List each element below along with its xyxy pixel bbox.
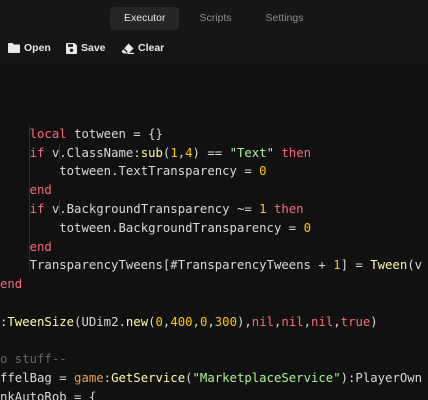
save-button[interactable]: Save (66, 42, 106, 54)
tab-group: Executor Scripts Settings (110, 7, 317, 30)
code-line: totween.TextTransparency = 0 (59, 164, 267, 179)
tab-executor[interactable]: Executor (110, 7, 180, 30)
code-line: ffelBag = game:GetService("MarketplaceSe… (0, 371, 423, 386)
clear-label: Clear (138, 42, 165, 54)
open-label: Open (24, 42, 51, 54)
code-line: :TweenSize(UDim2.new(0,400,0,300),nil,ni… (0, 314, 378, 329)
code-line: local totween = {} (29, 126, 163, 141)
code-line: end (0, 277, 23, 292)
tab-settings[interactable]: Settings (252, 7, 318, 30)
code-line: end (29, 183, 52, 198)
open-button[interactable]: Open (8, 42, 51, 54)
save-label: Save (81, 42, 106, 54)
code-line: nkAutoRob = { (0, 389, 97, 400)
code-line: if v.ClassName:sub(1,4) == "Text" then (29, 145, 312, 160)
eraser-icon (121, 43, 134, 54)
folder-icon (8, 43, 20, 53)
code-editor[interactable]: local totween = {} if v.ClassName:sub(1,… (0, 64, 428, 400)
top-tab-bar: Executor Scripts Settings (0, 0, 428, 36)
code-line: if v.BackgroundTransparency ~= 1 then (29, 201, 304, 216)
code-line: TransparencyTweens[#TransparencyTweens +… (29, 258, 423, 273)
code-line: end (29, 239, 52, 254)
toolbar: Open Save Clear (0, 36, 428, 65)
code-lines: local totween = {} if v.ClassName:sub(1,… (0, 106, 422, 400)
clear-button[interactable]: Clear (121, 42, 164, 54)
code-line: o stuff-- (0, 352, 67, 367)
tab-scripts[interactable]: Scripts (185, 7, 245, 30)
save-icon (66, 42, 77, 54)
code-line: totween.BackgroundTransparency = 0 (59, 220, 311, 235)
